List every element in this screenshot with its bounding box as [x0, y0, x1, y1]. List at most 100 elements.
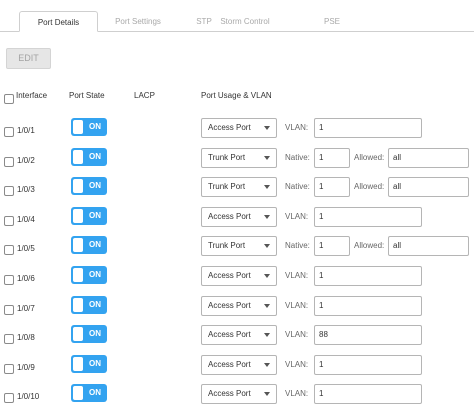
native-vlan-input[interactable]: 1 — [314, 236, 350, 256]
port-usage-select[interactable]: Access Port — [201, 207, 277, 227]
interface-name: 1/0/1 — [17, 126, 35, 135]
native-vlan-input[interactable]: 1 — [314, 148, 350, 168]
toggle-knob — [73, 238, 83, 252]
toggle-knob — [73, 298, 83, 312]
row-checkbox[interactable] — [4, 216, 14, 226]
port-usage-select[interactable]: Access Port — [201, 384, 277, 404]
toggle-knob — [73, 386, 83, 400]
vlan-input[interactable]: 1 — [314, 207, 422, 227]
port-state-toggle[interactable]: ON — [71, 148, 107, 166]
port-state-toggle[interactable]: ON — [71, 355, 107, 373]
allowed-vlan-input[interactable]: all — [388, 177, 469, 197]
port-usage-value: Access Port — [208, 271, 251, 280]
port-usage-select[interactable]: Access Port — [201, 118, 277, 138]
row-checkbox[interactable] — [4, 127, 14, 137]
tab-port-details[interactable]: Port Details — [19, 11, 98, 32]
vlan-label: VLAN: — [285, 123, 309, 132]
vlan-value: 1 — [319, 389, 324, 398]
select-all-checkbox[interactable] — [4, 94, 14, 104]
vlan-input[interactable]: 1 — [314, 296, 422, 316]
vlan-input[interactable]: 1 — [314, 266, 422, 286]
toggle-knob — [73, 179, 83, 193]
row-checkbox[interactable] — [4, 275, 14, 285]
interface-name: 1/0/9 — [17, 363, 35, 372]
vlan-input[interactable]: 88 — [314, 325, 422, 345]
tab-storm-control[interactable]: Storm Control — [210, 11, 280, 32]
allowed-label: Allowed: — [354, 153, 385, 162]
vlan-value: 1 — [319, 301, 324, 310]
interface-name: 1/0/4 — [17, 215, 35, 224]
port-state-toggle[interactable]: ON — [71, 118, 107, 136]
port-state-toggle[interactable]: ON — [71, 236, 107, 254]
row-checkbox[interactable] — [4, 157, 14, 167]
vlan-input[interactable]: 1 — [314, 384, 422, 404]
chevron-down-icon — [264, 126, 270, 130]
allowed-vlan-value: all — [393, 153, 402, 162]
native-vlan-input[interactable]: 1 — [314, 177, 350, 197]
interface-name: 1/0/5 — [17, 244, 35, 253]
port-state-toggle[interactable]: ON — [71, 207, 107, 225]
row-checkbox[interactable] — [4, 245, 14, 255]
header-interface: Interface — [16, 91, 48, 100]
interface-name: 1/0/6 — [17, 274, 35, 283]
port-usage-select[interactable]: Access Port — [201, 325, 277, 345]
chevron-down-icon — [264, 392, 270, 396]
toggle-knob — [73, 120, 83, 134]
port-usage-select[interactable]: Access Port — [201, 296, 277, 316]
row-checkbox[interactable] — [4, 305, 14, 315]
port-state-toggle[interactable]: ON — [71, 266, 107, 284]
interface-name: 1/0/8 — [17, 333, 35, 342]
row-checkbox[interactable] — [4, 186, 14, 196]
allowed-vlan-value: all — [393, 241, 402, 250]
toggle-on-label: ON — [89, 240, 101, 249]
toggle-knob — [73, 268, 83, 282]
interface-name: 1/0/7 — [17, 304, 35, 313]
table-row: 1/0/8 ON Access Port VLAN: 88 — [0, 325, 474, 355]
table-row: 1/0/7 ON Access Port VLAN: 1 — [0, 296, 474, 326]
allowed-vlan-input[interactable]: all — [388, 236, 469, 256]
table-row: 1/0/9 ON Access Port VLAN: 1 — [0, 355, 474, 385]
tab-port-settings[interactable]: Port Settings — [103, 11, 173, 32]
port-usage-select[interactable]: Access Port — [201, 355, 277, 375]
vlan-value: 1 — [319, 271, 324, 280]
vlan-input[interactable]: 1 — [314, 355, 422, 375]
port-usage-select[interactable]: Trunk Port — [201, 236, 277, 256]
row-checkbox[interactable] — [4, 364, 14, 374]
table-row: 1/0/10 ON Access Port VLAN: 1 — [0, 384, 474, 414]
vlan-label: VLAN: — [285, 271, 309, 280]
toggle-knob — [73, 209, 83, 223]
table-row: 1/0/2 ON Trunk Port Native: 1 Allowed: all — [0, 148, 474, 178]
port-state-toggle[interactable]: ON — [71, 325, 107, 343]
row-checkbox[interactable] — [4, 334, 14, 344]
vlan-value: 1 — [319, 360, 324, 369]
interface-name: 1/0/3 — [17, 185, 35, 194]
port-usage-select[interactable]: Access Port — [201, 266, 277, 286]
chevron-down-icon — [264, 333, 270, 337]
port-usage-select[interactable]: Trunk Port — [201, 177, 277, 197]
table-row: 1/0/6 ON Access Port VLAN: 1 — [0, 266, 474, 296]
toggle-on-label: ON — [89, 300, 101, 309]
edit-button[interactable]: EDIT — [6, 48, 51, 69]
port-usage-select[interactable]: Trunk Port — [201, 148, 277, 168]
port-usage-value: Access Port — [208, 330, 251, 339]
vlan-label: VLAN: — [285, 360, 309, 369]
port-state-toggle[interactable]: ON — [71, 296, 107, 314]
port-usage-value: Trunk Port — [208, 182, 246, 191]
port-state-toggle[interactable]: ON — [71, 177, 107, 195]
vlan-input[interactable]: 1 — [314, 118, 422, 138]
toggle-knob — [73, 150, 83, 164]
chevron-down-icon — [264, 304, 270, 308]
port-usage-value: Access Port — [208, 389, 251, 398]
allowed-label: Allowed: — [354, 241, 385, 250]
row-checkbox[interactable] — [4, 393, 14, 403]
port-usage-value: Access Port — [208, 301, 251, 310]
interface-name: 1/0/10 — [17, 392, 40, 401]
port-state-toggle[interactable]: ON — [71, 384, 107, 402]
toggle-on-label: ON — [89, 270, 101, 279]
toggle-on-label: ON — [89, 181, 101, 190]
port-usage-value: Trunk Port — [208, 153, 246, 162]
port-usage-value: Access Port — [208, 212, 251, 221]
toggle-knob — [73, 327, 83, 341]
allowed-vlan-input[interactable]: all — [388, 148, 469, 168]
tab-pse[interactable]: PSE — [312, 11, 352, 32]
